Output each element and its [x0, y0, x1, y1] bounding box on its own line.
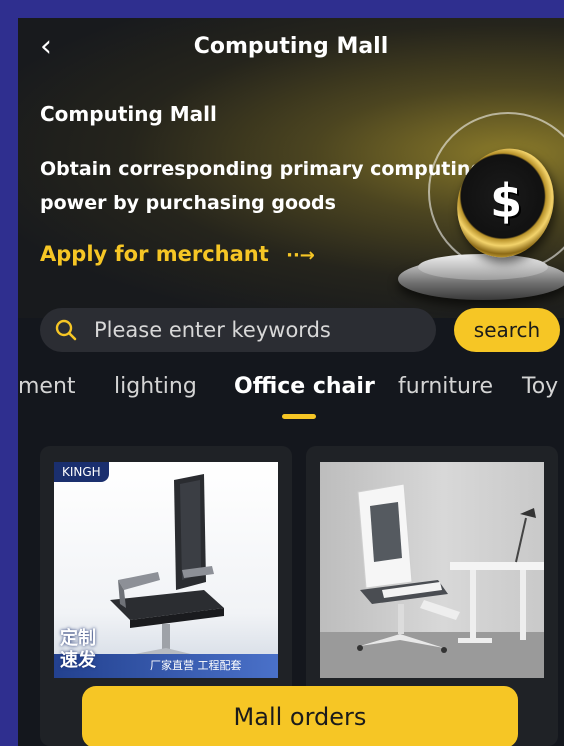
apply-merchant-link[interactable]: Apply for merchant ··→	[40, 242, 315, 266]
gaming-chair-desk-image	[320, 483, 544, 678]
search-button[interactable]: search	[454, 308, 560, 352]
hero-banner: ‹ Computing Mall Computing Mall Obtain c…	[18, 18, 564, 318]
pedestal-top	[418, 254, 548, 280]
search-bar[interactable]	[40, 308, 436, 352]
tab-office-chair[interactable]: Office chair	[234, 374, 375, 399]
active-tab-indicator	[282, 414, 316, 419]
arrow-right-icon: ··→	[286, 245, 315, 266]
brand-badge: KINGH	[54, 462, 109, 482]
mall-orders-button[interactable]: Mall orders	[82, 686, 518, 746]
coin-illustration: $	[388, 108, 564, 318]
app-screen: ‹ Computing Mall Computing Mall Obtain c…	[18, 18, 564, 746]
tab-equipment[interactable]: ment	[18, 374, 76, 399]
promo-line-2: 速发	[60, 650, 96, 671]
promo-subtext: 厂家直营 工程配套	[150, 659, 242, 672]
product-image	[320, 462, 544, 678]
product-image: KINGH 定制 速发 厂家直营 工程配套	[54, 462, 278, 678]
search-input[interactable]	[94, 308, 424, 352]
search-icon	[55, 319, 77, 341]
promo-line-1: 定制	[60, 628, 96, 649]
tab-furniture[interactable]: furniture	[398, 374, 493, 399]
tab-lighting[interactable]: lighting	[114, 374, 197, 399]
promo-label: 定制 速发	[60, 628, 96, 672]
banner-heading: Computing Mall	[40, 102, 217, 126]
apply-merchant-label: Apply for merchant	[40, 242, 269, 266]
dollar-symbol: $	[490, 174, 523, 229]
tab-toy[interactable]: Toy	[522, 374, 558, 399]
page-title: Computing Mall	[193, 34, 389, 59]
